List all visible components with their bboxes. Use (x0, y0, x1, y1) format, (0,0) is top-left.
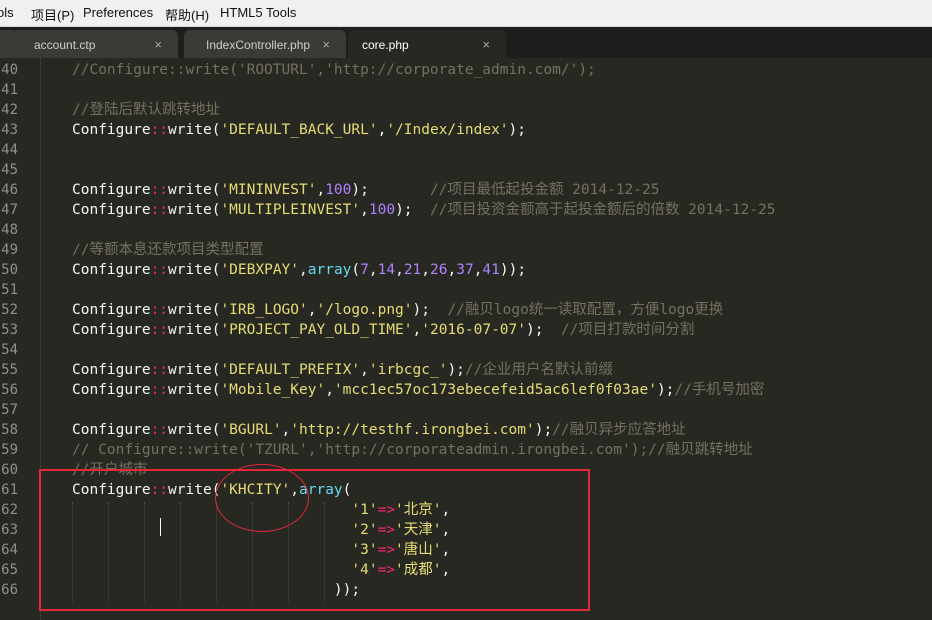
line-number: 50 (1, 262, 18, 278)
menu-item-preferences[interactable]: Preferences (83, 5, 153, 20)
line-number: 61 (1, 482, 18, 498)
line-number: 60 (1, 462, 18, 478)
code-line[interactable]: //Configure::write('ROOTURL','http://cor… (72, 60, 596, 80)
line-number: 57 (1, 402, 18, 418)
code-line[interactable]: Configure::write('MININVEST',100); //项目最… (72, 180, 659, 200)
menu-item-help[interactable]: 帮助(H) (165, 5, 209, 24)
line-number: 56 (1, 382, 18, 398)
tab-label: core.php (362, 38, 409, 52)
line-number: 42 (1, 102, 18, 118)
line-number: 59 (1, 442, 18, 458)
line-number: 51 (1, 282, 18, 298)
line-number: 48 (1, 222, 18, 238)
line-number: 65 (1, 562, 18, 578)
menu-item-tools[interactable]: ols (0, 5, 14, 20)
close-icon[interactable]: × (322, 37, 330, 52)
code-line[interactable]: Configure::write('PROJECT_PAY_OLD_TIME',… (72, 320, 694, 340)
code-line[interactable]: Configure::write('DEFAULT_PREFIX','irbcg… (72, 360, 613, 380)
close-icon[interactable]: × (154, 37, 162, 52)
highlight-rectangle (39, 469, 590, 611)
code-line[interactable]: Configure::write('DEBXPAY',array(7,14,21… (72, 260, 526, 280)
line-number: 54 (1, 342, 18, 358)
line-number: 66 (1, 582, 18, 598)
code-line[interactable]: // Configure::write('TZURL','http://corp… (72, 440, 753, 460)
line-number: 49 (1, 242, 18, 258)
line-number: 52 (1, 302, 18, 318)
line-number: 45 (1, 162, 18, 178)
tab-bar: account.ctp × IndexController.php × core… (0, 27, 932, 58)
code-line[interactable]: Configure::write('BGURL','http://testhf.… (72, 420, 686, 440)
code-line[interactable]: Configure::write('Mobile_Key','mcc1ec57o… (72, 380, 764, 400)
tab-core-php[interactable]: core.php × (348, 30, 506, 58)
line-number: 43 (1, 122, 18, 138)
code-line[interactable]: Configure::write('MULTIPLEINVEST',100); … (72, 200, 775, 220)
line-number: 53 (1, 322, 18, 338)
line-number: 41 (1, 82, 18, 98)
tab-label: account.ctp (34, 38, 96, 52)
line-number: 47 (1, 202, 18, 218)
menu-item-project[interactable]: 项目(P) (31, 5, 74, 24)
line-number: 46 (1, 182, 18, 198)
tab-label: IndexController.php (206, 38, 311, 52)
line-number: 44 (1, 142, 18, 158)
tab-indexcontroller-php[interactable]: IndexController.php × (184, 30, 346, 58)
line-number: 62 (1, 502, 18, 518)
code-line[interactable]: Configure::write('DEFAULT_BACK_URL','/In… (72, 120, 526, 140)
line-number: 63 (1, 522, 18, 538)
line-number: 64 (1, 542, 18, 558)
code-line[interactable]: //登陆后默认跳转地址 (72, 100, 220, 120)
line-number: 55 (1, 362, 18, 378)
code-line[interactable]: //等额本息还款项目类型配置 (72, 240, 263, 260)
menu-bar: ols 项目(P) Preferences 帮助(H) HTML5 Tools (0, 0, 932, 27)
close-icon[interactable]: × (482, 37, 490, 52)
menu-item-html5-tools[interactable]: HTML5 Tools (220, 5, 296, 20)
tab-account-ctp[interactable]: account.ctp × (12, 30, 178, 58)
code-line[interactable]: Configure::write('IRB_LOGO','/logo.png')… (72, 300, 723, 320)
highlight-ellipse (215, 464, 309, 532)
line-number: 58 (1, 422, 18, 438)
line-number: 40 (1, 62, 18, 78)
